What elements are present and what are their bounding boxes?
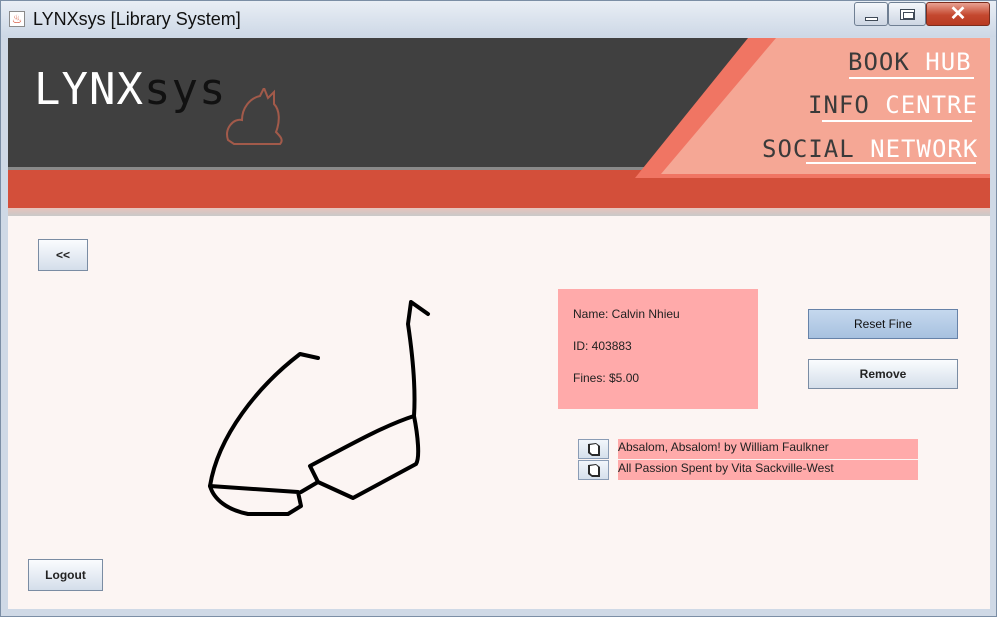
member-name: Name: Calvin Nhieu <box>573 307 680 321</box>
book-title: All Passion Spent by Vita Sackville-West <box>618 460 918 480</box>
logout-button[interactable]: Logout <box>28 559 103 591</box>
nav-info-centre-first: INFO <box>808 91 870 119</box>
member-detail-panel: << Name: Calvin Nhieu ID: 403883 Fines: … <box>8 216 990 609</box>
member-fines: Fines: $5.00 <box>573 371 640 385</box>
nav-book-hub-first: BOOK <box>848 48 910 76</box>
lynx-cat-icon <box>226 88 283 145</box>
nav-social-network-second: NETWORK <box>870 135 979 163</box>
book-icon[interactable] <box>578 460 609 480</box>
window-title: LYNXsys [Library System] <box>33 9 241 29</box>
remove-button[interactable]: Remove <box>808 359 958 389</box>
nav-underline <box>849 77 974 79</box>
member-id: ID: 403883 <box>573 339 632 353</box>
close-icon: ✕ <box>949 3 967 25</box>
nav-social-network[interactable]: SOCIAL NETWORK <box>762 135 978 163</box>
glasses-drawing-icon <box>208 300 430 516</box>
maximize-icon <box>900 9 915 20</box>
java-cup-icon: ♨ <box>9 11 25 27</box>
nav-social-network-first: SOCIAL <box>762 135 855 163</box>
book-icon[interactable] <box>578 439 609 459</box>
app-logo: LYNXsys <box>34 68 226 112</box>
app-window: ♨ LYNXsys [Library System] ✕ LYNXsys BOO… <box>0 0 997 617</box>
nav-book-hub-second: HUB <box>925 48 972 76</box>
nav-underline <box>806 162 976 164</box>
close-button[interactable]: ✕ <box>926 2 990 26</box>
nav-underline <box>822 120 972 122</box>
list-item[interactable]: Absalom, Absalom! by William Faulkner <box>578 439 918 459</box>
list-item[interactable]: All Passion Spent by Vita Sackville-West <box>578 460 918 480</box>
logo-text-light: LYNX <box>34 64 144 115</box>
nav-book-hub[interactable]: BOOK HUB <box>848 48 972 76</box>
minimize-icon <box>865 17 878 21</box>
reset-fine-button[interactable]: Reset Fine <box>808 309 958 339</box>
maximize-button[interactable] <box>888 2 926 26</box>
nav-info-centre-second: CENTRE <box>885 91 978 119</box>
logo-text-dark: sys <box>143 64 227 115</box>
header-banner: LYNXsys BOOK HUB INFO CENTRE SOCIAL NETW… <box>8 38 990 216</box>
member-info-card: Name: Calvin Nhieu ID: 403883 Fines: $5.… <box>558 289 758 409</box>
nav-info-centre[interactable]: INFO CENTRE <box>808 91 978 119</box>
book-title: Absalom, Absalom! by William Faulkner <box>618 439 918 459</box>
back-button[interactable]: << <box>38 239 88 271</box>
minimize-button[interactable] <box>854 2 888 26</box>
title-bar[interactable]: ♨ LYNXsys [Library System] ✕ <box>1 1 996 37</box>
